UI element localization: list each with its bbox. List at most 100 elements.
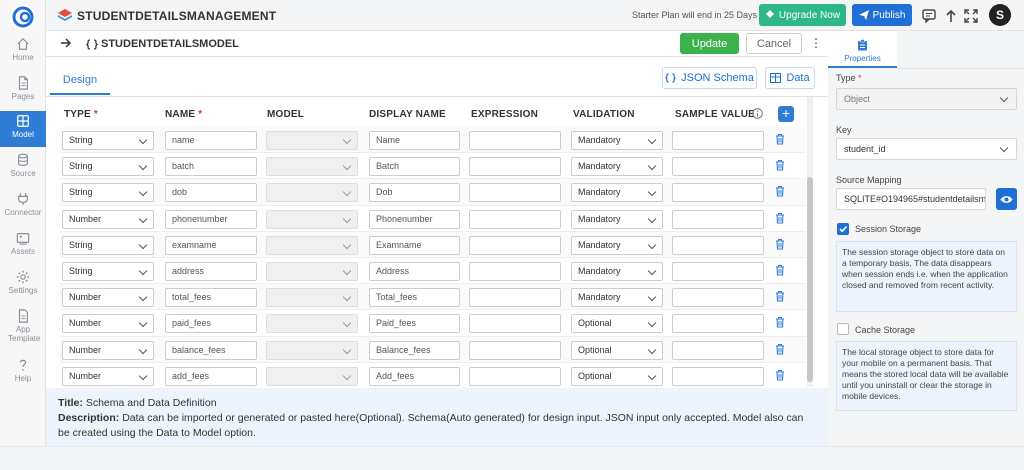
validation-select[interactable]: Optional [571, 366, 663, 386]
expression-input[interactable] [469, 235, 561, 255]
expression-input[interactable] [469, 288, 561, 308]
delete-row-button[interactable] [775, 290, 785, 305]
sidebar-item-model[interactable]: Model [0, 111, 46, 147]
name-input[interactable]: add_fees [165, 366, 257, 386]
expression-input[interactable] [469, 157, 561, 177]
delete-row-button[interactable] [775, 264, 785, 279]
source-mapping-input[interactable]: SQLITE#O194965#studentdetailsm [836, 188, 986, 210]
expression-input[interactable] [469, 340, 561, 360]
type-select[interactable]: Number [62, 340, 154, 360]
sample-value-input[interactable] [672, 235, 764, 255]
delete-row-button[interactable] [775, 133, 785, 148]
display-name-input[interactable]: Paid_fees [369, 314, 460, 334]
more-options-icon[interactable]: ⋮ [810, 37, 822, 49]
app-logo-icon[interactable] [10, 4, 36, 30]
delete-row-button[interactable] [775, 343, 785, 358]
chat-icon[interactable] [922, 9, 936, 23]
name-input[interactable]: paid_fees [165, 314, 257, 334]
sample-value-input[interactable] [672, 262, 764, 281]
user-avatar[interactable]: S [989, 4, 1011, 26]
info-icon[interactable] [752, 108, 763, 119]
validation-select[interactable]: Mandatory [571, 262, 663, 281]
model-select[interactable] [266, 157, 358, 177]
display-name-input[interactable]: Add_fees [369, 366, 460, 386]
validation-select[interactable]: Mandatory [571, 235, 663, 255]
tab-design[interactable]: Design [50, 67, 110, 95]
expression-input[interactable] [469, 183, 561, 203]
sidebar-item-home[interactable]: Home [0, 34, 46, 70]
sample-value-input[interactable] [672, 131, 764, 150]
session-storage-checkbox[interactable] [837, 223, 849, 235]
display-name-input[interactable]: Examname [369, 235, 460, 255]
type-select[interactable]: String [62, 183, 154, 203]
sample-value-input[interactable] [672, 340, 764, 360]
type-select[interactable]: String [62, 157, 154, 177]
validation-select[interactable]: Optional [571, 340, 663, 360]
tab-properties[interactable]: Properties [828, 31, 897, 68]
expression-input[interactable] [469, 262, 561, 281]
sample-value-input[interactable] [672, 288, 764, 308]
validation-select[interactable]: Optional [571, 314, 663, 334]
display-name-input[interactable]: Address [369, 262, 460, 281]
sidebar-item-help[interactable]: Help [0, 355, 46, 391]
expression-input[interactable] [469, 314, 561, 334]
display-name-input[interactable]: Phonenumber [369, 209, 460, 229]
sample-value-input[interactable] [672, 314, 764, 334]
sidebar-item-connector[interactable]: Connector [0, 189, 46, 225]
validation-select[interactable]: Mandatory [571, 209, 663, 229]
display-name-input[interactable]: Name [369, 131, 460, 150]
update-button[interactable]: Update [680, 33, 739, 54]
model-select[interactable] [266, 209, 358, 229]
sidebar-item-pages[interactable]: Pages [0, 73, 46, 109]
name-input[interactable]: name [165, 131, 257, 150]
delete-row-button[interactable] [775, 369, 785, 384]
delete-row-button[interactable] [775, 159, 785, 174]
validation-select[interactable]: Mandatory [571, 157, 663, 177]
name-input[interactable]: batch [165, 157, 257, 177]
expression-input[interactable] [469, 209, 561, 229]
model-select[interactable] [266, 183, 358, 203]
publish-button[interactable]: Publish [852, 4, 912, 26]
sample-value-input[interactable] [672, 183, 764, 203]
json-schema-button[interactable]: JSON Schema [662, 67, 757, 89]
validation-select[interactable]: Mandatory [571, 288, 663, 308]
model-select[interactable] [266, 235, 358, 255]
delete-row-button[interactable] [775, 185, 785, 200]
name-input[interactable]: examname [165, 235, 257, 255]
model-select[interactable] [266, 340, 358, 360]
type-select[interactable]: String [62, 235, 154, 255]
sample-value-input[interactable] [672, 209, 764, 229]
name-input[interactable]: phonenumber [165, 209, 257, 229]
validation-select[interactable]: Mandatory [571, 131, 663, 150]
sidebar-item-settings[interactable]: Settings [0, 267, 46, 303]
type-select[interactable]: Number [62, 314, 154, 334]
display-name-input[interactable]: Dob [369, 183, 460, 203]
key-select[interactable]: student_id [836, 138, 1017, 160]
cancel-button[interactable]: Cancel [746, 33, 802, 54]
cache-storage-checkbox[interactable] [837, 323, 849, 335]
data-button[interactable]: Data [765, 67, 815, 89]
display-name-input[interactable]: Balance_fees [369, 340, 460, 360]
view-mapping-button[interactable] [996, 188, 1017, 210]
sidebar-item-assets[interactable]: Assets [0, 228, 46, 264]
model-select[interactable] [266, 366, 358, 386]
name-input[interactable]: total_fees [165, 288, 257, 308]
back-arrow-icon[interactable] [60, 38, 72, 48]
display-name-input[interactable]: Batch [369, 157, 460, 177]
model-select[interactable] [266, 262, 358, 281]
delete-row-button[interactable] [775, 212, 785, 227]
display-name-input[interactable]: Total_fees [369, 288, 460, 308]
name-input[interactable]: address [165, 262, 257, 281]
share-icon[interactable] [944, 9, 958, 23]
fullscreen-icon[interactable] [964, 9, 978, 23]
sample-value-input[interactable] [672, 157, 764, 177]
name-input[interactable]: balance_fees [165, 340, 257, 360]
type-select[interactable]: String [62, 131, 154, 150]
add-field-button[interactable]: + [778, 106, 794, 122]
upgrade-now-button[interactable]: Upgrade Now [759, 4, 846, 26]
model-select[interactable] [266, 131, 358, 150]
sidebar-item-source[interactable]: Source [0, 150, 46, 186]
type-select[interactable]: Object [836, 88, 1017, 110]
model-select[interactable] [266, 288, 358, 308]
sample-value-input[interactable] [672, 366, 764, 386]
